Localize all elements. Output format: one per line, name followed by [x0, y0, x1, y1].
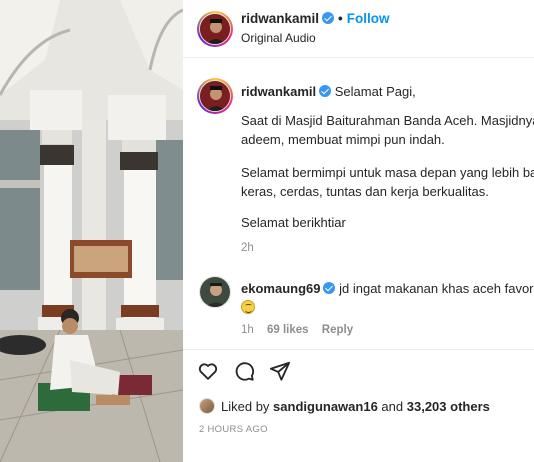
mosque-interior-photo [0, 0, 183, 462]
post-header: ridwankamil • Follow Original Audio [183, 0, 534, 58]
caption-line: adeem, membuat mimpi pun indah. [241, 132, 445, 147]
caption-line: Selamat bermimpi untuk masa depan yang l… [241, 165, 534, 180]
verified-badge-icon [323, 282, 336, 294]
caption-avatar[interactable] [199, 80, 231, 112]
caption-line: keras, cerdas, tuntas dan kerja berkuali… [241, 184, 489, 199]
caption-first-line: ridwankamil Selamat Pagi, [241, 82, 534, 101]
liker-username[interactable]: sandigunawan16 [273, 399, 378, 414]
action-bar [183, 349, 534, 389]
comment-text: jd ingat makanan khas aceh favorit [339, 281, 534, 296]
comment-body: ekomaung69 jd ingat makanan khas aceh fa… [241, 279, 534, 298]
comment-meta: 1h 69 likes Reply [241, 324, 363, 336]
comment-icon[interactable] [233, 360, 255, 382]
verified-badge-icon [322, 12, 335, 24]
comment-timestamp[interactable]: 1h [241, 324, 254, 336]
post-panel: ridwankamil • Follow Original Audio ridwan… [183, 0, 534, 462]
post-timestamp[interactable]: 2 HOURS AGO [199, 424, 268, 435]
separator-dot: • [338, 11, 343, 26]
comment-likes[interactable]: 69 likes [267, 324, 309, 336]
caption-greeting: Selamat Pagi, [334, 84, 416, 99]
caption-line: Saat di Masjid Baiturahman Banda Aceh. M… [241, 113, 534, 128]
author-username[interactable]: ridwankamil [241, 11, 319, 26]
likes-summary: Liked by sandigunawan16 and 33,203 other… [199, 398, 490, 414]
share-icon[interactable] [269, 360, 291, 382]
follow-button[interactable]: Follow [347, 11, 390, 26]
likes-and: and [381, 399, 404, 414]
likes-prefix: Liked by [221, 399, 270, 414]
post-media[interactable] [0, 0, 183, 462]
caption-author[interactable]: ridwankamil [241, 84, 316, 99]
avatar[interactable] [199, 13, 231, 45]
caption-timestamp[interactable]: 2h [241, 242, 254, 254]
verified-badge-icon [319, 85, 332, 97]
liker-avatar[interactable] [199, 398, 215, 414]
likes-count[interactable]: 33,203 others [407, 399, 490, 414]
reply-button[interactable]: Reply [322, 324, 353, 336]
author-row: ridwankamil • Follow [241, 11, 390, 26]
comment-author[interactable]: ekomaung69 [241, 281, 320, 296]
grinning-emoji-icon [241, 300, 255, 314]
caption-line: Selamat berikhtiar [241, 215, 346, 230]
audio-label[interactable]: Original Audio [241, 31, 316, 45]
commenter-avatar[interactable] [199, 276, 231, 308]
heart-icon[interactable] [197, 360, 219, 382]
